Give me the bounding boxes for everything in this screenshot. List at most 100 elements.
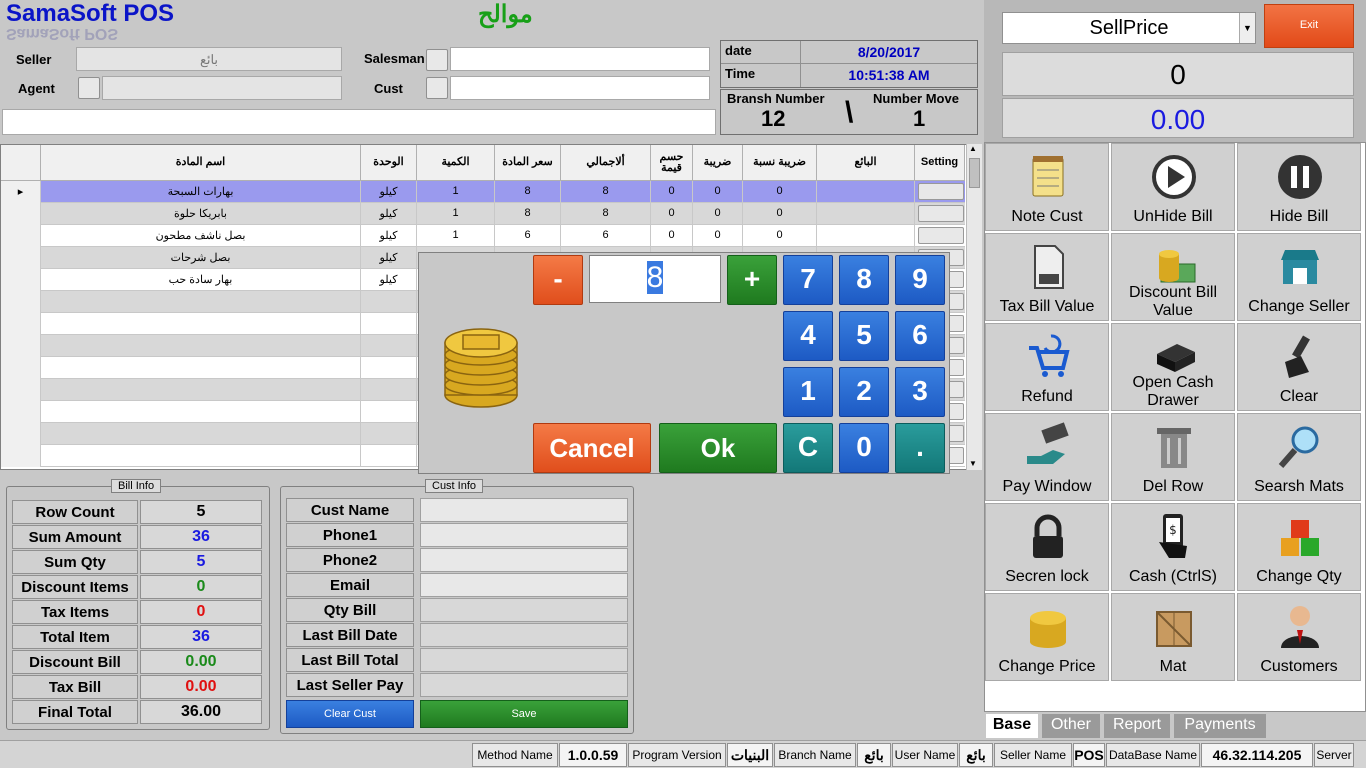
row-setting-button[interactable] bbox=[918, 227, 964, 244]
bill-info-title: Bill Info bbox=[111, 479, 162, 493]
shop-name: موالح bbox=[478, 1, 533, 28]
column-header-name[interactable]: اسم المادة bbox=[41, 145, 361, 181]
digit-key-7[interactable]: 7 bbox=[783, 255, 833, 305]
cust-info-field[interactable] bbox=[420, 573, 628, 597]
chevron-down-icon[interactable]: ▼ bbox=[1239, 13, 1255, 43]
action-secren-lock[interactable]: Secren lock bbox=[985, 503, 1109, 591]
column-header-qty[interactable]: الكمية bbox=[417, 145, 495, 181]
scroll-thumb[interactable] bbox=[969, 158, 980, 188]
column-header-tax[interactable]: ضريبة bbox=[693, 145, 743, 181]
action-label: Mat bbox=[1159, 658, 1187, 675]
digit-key-0[interactable]: 0 bbox=[839, 423, 889, 473]
barcode-input[interactable] bbox=[2, 109, 716, 135]
cust-checkbox[interactable] bbox=[426, 77, 448, 99]
action-discount-bill-value[interactable]: Discount Bill Value bbox=[1111, 233, 1235, 321]
cell-unit: كيلو bbox=[361, 181, 417, 203]
column-header-seller[interactable]: البائع bbox=[817, 145, 915, 181]
action-clear[interactable]: Clear bbox=[1237, 323, 1361, 411]
status-value: POS bbox=[1073, 743, 1105, 767]
cust-field[interactable] bbox=[450, 76, 710, 100]
action-pay-window[interactable]: Pay Window bbox=[985, 413, 1109, 501]
save-button[interactable]: Save bbox=[420, 700, 628, 728]
action-refund[interactable]: Refund bbox=[985, 323, 1109, 411]
action-hide-bill[interactable]: Hide Bill bbox=[1237, 143, 1361, 231]
table-row[interactable]: ▸ بهارات السبحة كيلو 1 8 8 0 0 0 bbox=[1, 181, 965, 203]
status-value: 1.0.0.59 bbox=[559, 743, 627, 767]
bill-info-label: Tax Bill bbox=[12, 675, 138, 699]
table-row[interactable]: بصل ناشف مطحون كيلو 1 6 6 0 0 0 bbox=[1, 225, 965, 247]
clear-cust-button[interactable]: Clear Cust bbox=[286, 700, 414, 728]
decimal-key[interactable]: . bbox=[895, 423, 945, 473]
column-header-unit[interactable]: الوحدة bbox=[361, 145, 417, 181]
action-open-cash-drawer[interactable]: Open Cash Drawer bbox=[1111, 323, 1235, 411]
column-header-disc[interactable]: حسم قيمة bbox=[651, 145, 693, 181]
column-header-row-header[interactable] bbox=[1, 145, 41, 181]
cancel-button[interactable]: Cancel bbox=[533, 423, 651, 473]
salesman-label: Salesman bbox=[364, 51, 425, 66]
salesman-checkbox[interactable] bbox=[426, 49, 448, 71]
digit-key-3[interactable]: 3 bbox=[895, 367, 945, 417]
cust-info-field bbox=[420, 598, 628, 622]
action-cash-ctrls[interactable]: $ Cash (CtrlS) bbox=[1111, 503, 1235, 591]
plus-button[interactable]: + bbox=[727, 255, 777, 305]
pause-icon bbox=[1278, 155, 1322, 199]
cell-row-header bbox=[1, 357, 41, 379]
cust-label: Cust bbox=[374, 81, 403, 96]
cell-row-header bbox=[1, 225, 41, 247]
action-label: Clear bbox=[1279, 388, 1319, 405]
digit-key-5[interactable]: 5 bbox=[839, 311, 889, 361]
scroll-down-icon[interactable]: ▼ bbox=[969, 459, 977, 468]
quantity-input[interactable]: 8 bbox=[589, 255, 721, 303]
digit-key-1[interactable]: 1 bbox=[783, 367, 833, 417]
minus-button[interactable]: - bbox=[533, 255, 583, 305]
column-header-price[interactable]: سعر المادة bbox=[495, 145, 561, 181]
svg-text:$: $ bbox=[1169, 523, 1177, 537]
price-mode-select[interactable]: SellPrice ▼ bbox=[1002, 12, 1256, 44]
tab-payments[interactable]: Payments bbox=[1174, 714, 1266, 738]
tab-report[interactable]: Report bbox=[1104, 714, 1170, 738]
action-mat[interactable]: Mat bbox=[1111, 593, 1235, 681]
column-header-taxp[interactable]: ضريبة نسبة bbox=[743, 145, 817, 181]
cell-name bbox=[41, 423, 361, 445]
action-note-cust[interactable]: Note Cust bbox=[985, 143, 1109, 231]
action-unhide-bill[interactable]: UnHide Bill bbox=[1111, 143, 1235, 231]
clear-key[interactable]: C bbox=[783, 423, 833, 473]
grid-scrollbar[interactable]: ▲ ▼ bbox=[966, 144, 982, 470]
cell-row-header bbox=[1, 291, 41, 313]
salesman-field[interactable] bbox=[450, 47, 710, 71]
digit-key-6[interactable]: 6 bbox=[895, 311, 945, 361]
action-customers[interactable]: Customers bbox=[1237, 593, 1361, 681]
action-searsh-mats[interactable]: Searsh Mats bbox=[1237, 413, 1361, 501]
coin-stack-icon bbox=[1030, 611, 1066, 648]
tab-base[interactable]: Base bbox=[986, 714, 1038, 738]
column-header-total[interactable]: ألاجمالي bbox=[561, 145, 651, 181]
action-label: Note Cust bbox=[1011, 208, 1083, 225]
action-change-price[interactable]: Change Price bbox=[985, 593, 1109, 681]
ok-button[interactable]: Ok bbox=[659, 423, 777, 473]
tab-other[interactable]: Other bbox=[1042, 714, 1100, 738]
agent-field[interactable] bbox=[102, 76, 342, 100]
quantity-value: 8 bbox=[646, 261, 664, 294]
exit-button[interactable]: Exit bbox=[1264, 4, 1354, 48]
scroll-up-icon[interactable]: ▲ bbox=[969, 144, 977, 153]
digit-key-9[interactable]: 9 bbox=[895, 255, 945, 305]
table-row[interactable]: بابريكا حلوة كيلو 1 8 8 0 0 0 bbox=[1, 203, 965, 225]
digit-key-2[interactable]: 2 bbox=[839, 367, 889, 417]
column-header-setting[interactable]: Setting bbox=[915, 145, 965, 181]
agent-checkbox[interactable] bbox=[78, 77, 100, 99]
cust-info-field[interactable] bbox=[420, 523, 628, 547]
action-del-row[interactable]: Del Row bbox=[1111, 413, 1235, 501]
digit-key-8[interactable]: 8 bbox=[839, 255, 889, 305]
action-change-qty[interactable]: Change Qty bbox=[1237, 503, 1361, 591]
action-tax-bill-value[interactable]: Tax Bill Value bbox=[985, 233, 1109, 321]
notes-icon bbox=[1032, 156, 1064, 197]
bill-info-value: 0.00 bbox=[140, 650, 262, 674]
row-setting-button[interactable] bbox=[918, 183, 964, 200]
cust-info-field[interactable] bbox=[420, 498, 628, 522]
cell-disc: 0 bbox=[651, 225, 693, 247]
seller-field[interactable]: بائع bbox=[76, 47, 342, 71]
digit-key-4[interactable]: 4 bbox=[783, 311, 833, 361]
cust-info-field[interactable] bbox=[420, 548, 628, 572]
row-setting-button[interactable] bbox=[918, 205, 964, 222]
action-change-seller[interactable]: Change Seller bbox=[1237, 233, 1361, 321]
